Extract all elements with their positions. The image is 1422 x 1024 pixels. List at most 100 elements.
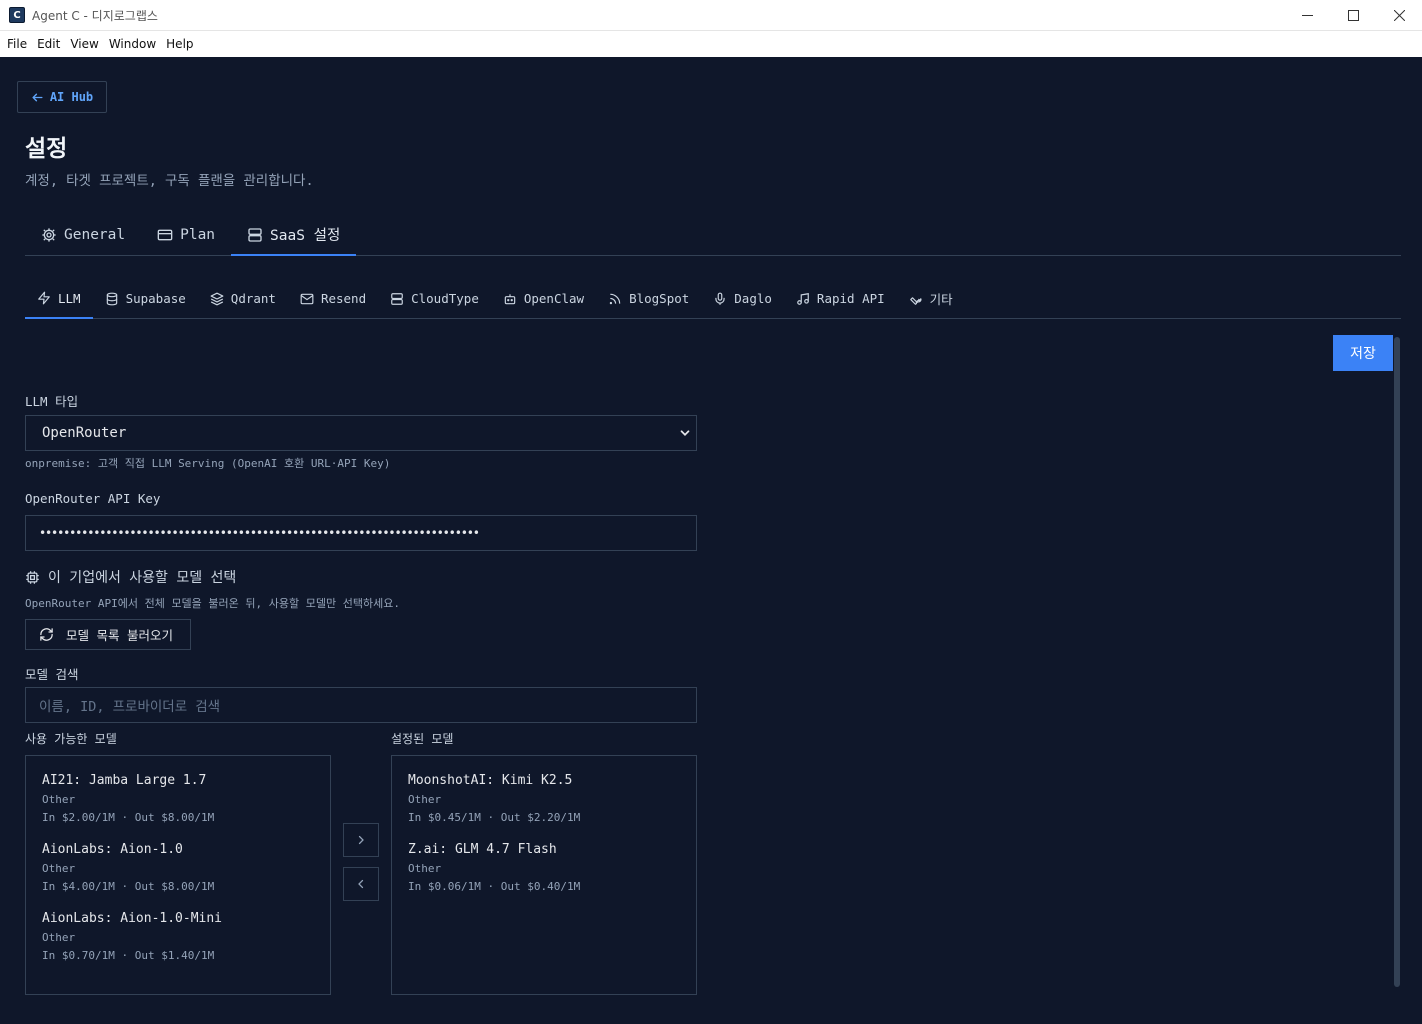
list-item[interactable]: MoonshotAI: Kimi K2.5 Other In $0.45/1M … bbox=[408, 773, 696, 829]
chevron-right-icon bbox=[358, 835, 364, 845]
model-name: AionLabs: Aion-1.0 bbox=[42, 842, 183, 857]
model-selection-title: 이 기업에서 사용할 모델 선택 bbox=[48, 570, 237, 586]
window-title: Agent C - 디지로그랩스 bbox=[32, 8, 158, 23]
menu-file[interactable]: File bbox=[2, 37, 32, 51]
list-item[interactable]: Z.ai: GLM 4.7 Flash Other In $0.06/1M · … bbox=[408, 842, 696, 898]
llm-type-hint: onpremise: 고객 직접 LLM Serving (OpenAI 호환 … bbox=[25, 457, 391, 470]
page-title: 설정 bbox=[25, 136, 68, 162]
subtab-etc[interactable]: 기타 bbox=[897, 279, 965, 318]
subtab-etc-label: 기타 bbox=[929, 292, 953, 307]
saas-sub-tabs: LLM Supabase Qdrant Resend CloudType Ope… bbox=[25, 279, 1401, 319]
subtab-openclaw-label: OpenClaw bbox=[523, 291, 585, 306]
model-provider: Other bbox=[408, 793, 442, 806]
cpu-icon bbox=[26, 570, 39, 584]
subtab-qdrant[interactable]: Qdrant bbox=[198, 279, 288, 318]
tab-plan[interactable]: Plan bbox=[141, 215, 231, 255]
main-tabs: General Plan SaaS 설정 bbox=[25, 215, 1401, 256]
model-name: MoonshotAI: Kimi K2.5 bbox=[408, 773, 573, 788]
model-provider: Other bbox=[42, 793, 76, 806]
model-price: In $4.00/1M · Out $8.00/1M bbox=[42, 880, 215, 893]
subtab-llm[interactable]: LLM bbox=[25, 279, 93, 319]
window-titlebar: C Agent C - 디지로그랩스 bbox=[0, 0, 1422, 31]
tab-saas-settings[interactable]: SaaS 설정 bbox=[231, 215, 357, 256]
available-models-label: 사용 가능한 모델 bbox=[25, 732, 117, 746]
scrollbar-thumb[interactable] bbox=[1394, 337, 1400, 987]
subtab-rapid-api[interactable]: Rapid API bbox=[784, 279, 897, 318]
model-price: In $0.45/1M · Out $2.20/1M bbox=[408, 811, 581, 824]
menu-help[interactable]: Help bbox=[161, 37, 198, 51]
model-search-input[interactable]: 이름, ID, 프로바이더로 검색 bbox=[25, 687, 697, 723]
layers-icon bbox=[210, 292, 224, 305]
card-icon bbox=[157, 229, 173, 241]
wrench-icon bbox=[909, 296, 922, 305]
lightning-icon bbox=[38, 291, 50, 305]
page-subtitle: 계정, 타겟 프로젝트, 구독 플랜을 관리합니다. bbox=[25, 173, 314, 189]
load-models-button[interactable]: 모델 목록 불러오기 bbox=[25, 619, 191, 650]
list-item[interactable]: AionLabs: Aion-1.0-Mini Other In $0.70/1… bbox=[42, 911, 330, 967]
model-provider: Other bbox=[42, 862, 76, 875]
api-key-field[interactable]: ••••••••••••••••••••••••••••••••••••••••… bbox=[25, 515, 697, 551]
model-name: Z.ai: GLM 4.7 Flash bbox=[408, 842, 557, 857]
refresh-icon bbox=[40, 628, 53, 641]
subtab-openclaw[interactable]: OpenClaw bbox=[491, 279, 596, 318]
llm-type-label: LLM 타입 bbox=[25, 394, 79, 409]
subtab-daglo[interactable]: Daglo bbox=[701, 279, 784, 318]
database-icon bbox=[106, 292, 117, 305]
menu-edit[interactable]: Edit bbox=[32, 37, 65, 51]
back-button-label: AI Hub bbox=[49, 90, 94, 104]
selected-models-label: 설정된 모델 bbox=[391, 732, 454, 746]
mail-icon bbox=[300, 293, 314, 304]
mic-icon bbox=[715, 292, 725, 305]
model-price: In $0.70/1M · Out $1.40/1M bbox=[42, 949, 215, 962]
subtab-blogspot-label: BlogSpot bbox=[629, 291, 690, 306]
subtab-cloudtype-label: CloudType bbox=[411, 291, 479, 306]
tab-general[interactable]: General bbox=[25, 215, 141, 255]
subtab-supabase[interactable]: Supabase bbox=[93, 279, 198, 318]
model-price: In $0.06/1M · Out $0.40/1M bbox=[408, 880, 581, 893]
maximize-button[interactable] bbox=[1330, 0, 1376, 31]
list-item[interactable]: AI21: Jamba Large 1.7 Other In $2.00/1M … bbox=[42, 773, 330, 829]
menu-bar: File Edit View Window Help bbox=[0, 31, 1422, 57]
subtab-llm-label: LLM bbox=[58, 290, 81, 306]
menu-window[interactable]: Window bbox=[104, 37, 161, 51]
chevron-left-icon bbox=[358, 879, 364, 889]
subtab-cloudtype[interactable]: CloudType bbox=[378, 279, 491, 318]
subtab-resend[interactable]: Resend bbox=[288, 279, 378, 318]
rss-icon bbox=[609, 293, 621, 304]
subtab-qdrant-label: Qdrant bbox=[230, 291, 276, 306]
subtab-rapid-api-label: Rapid API bbox=[816, 291, 885, 306]
minimize-button[interactable] bbox=[1284, 0, 1330, 31]
subtab-supabase-label: Supabase bbox=[125, 291, 186, 306]
model-name: AionLabs: Aion-1.0-Mini bbox=[42, 911, 223, 926]
tab-saas-label: SaaS 설정 bbox=[270, 228, 341, 244]
model-selection-hint: OpenRouter API에서 전체 모델을 불러온 뒤, 사용할 모델만 선… bbox=[25, 597, 400, 610]
subtab-blogspot[interactable]: BlogSpot bbox=[596, 279, 701, 318]
tab-general-label: General bbox=[64, 227, 126, 243]
back-to-ai-hub-button[interactable]: AI Hub bbox=[17, 81, 107, 113]
subtab-daglo-label: Daglo bbox=[734, 291, 772, 306]
add-model-button[interactable] bbox=[343, 823, 379, 857]
tab-plan-label: Plan bbox=[180, 227, 216, 243]
load-models-label: 모델 목록 불러오기 bbox=[66, 628, 174, 643]
api-key-label: OpenRouter API Key bbox=[25, 491, 161, 506]
settings-content: AI Hub 설정 계정, 타겟 프로젝트, 구독 플랜을 관리합니다. Gen… bbox=[1, 57, 1421, 1024]
bot-icon bbox=[504, 293, 516, 304]
model-price: In $2.00/1M · Out $8.00/1M bbox=[42, 811, 215, 824]
close-window-button[interactable] bbox=[1376, 0, 1422, 31]
model-provider: Other bbox=[42, 931, 76, 944]
remove-model-button[interactable] bbox=[343, 867, 379, 901]
selected-models-list: MoonshotAI: Kimi K2.5 Other In $0.45/1M … bbox=[391, 755, 697, 995]
arrow-left-icon bbox=[32, 93, 43, 101]
list-item[interactable]: AionLabs: Aion-1.0 Other In $4.00/1M · O… bbox=[42, 842, 330, 898]
model-provider: Other bbox=[408, 862, 442, 875]
menu-view[interactable]: View bbox=[65, 37, 103, 51]
llm-type-select[interactable]: OpenRouter bbox=[25, 415, 697, 451]
music-icon bbox=[797, 292, 809, 305]
server-icon bbox=[248, 227, 262, 242]
save-button[interactable]: 저장 bbox=[1333, 335, 1393, 371]
app-icon: C bbox=[9, 7, 25, 23]
chevron-down-icon bbox=[680, 430, 690, 436]
model-name: AI21: Jamba Large 1.7 bbox=[42, 773, 207, 788]
llm-type-value: OpenRouter bbox=[42, 425, 127, 441]
available-models-list: AI21: Jamba Large 1.7 Other In $2.00/1M … bbox=[25, 755, 331, 995]
